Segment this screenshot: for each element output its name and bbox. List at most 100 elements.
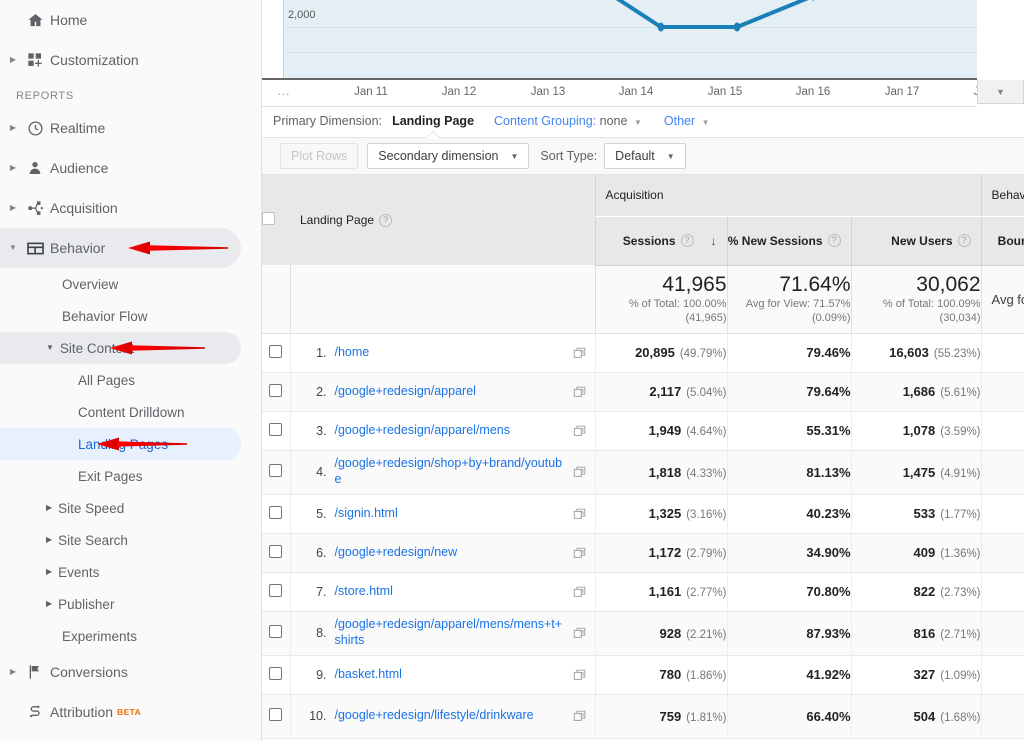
row-checkbox[interactable] xyxy=(269,708,282,721)
new-users-header-cell[interactable]: New Users ? xyxy=(851,216,981,265)
row-checkbox[interactable] xyxy=(269,625,282,638)
open-in-new-icon[interactable] xyxy=(573,546,587,560)
sidebar-item-behavior[interactable]: ▼ Behavior xyxy=(0,228,241,268)
sidebar-item-conversions[interactable]: ▶ Conversions xyxy=(0,652,241,692)
sidebar-sub-label: Behavior Flow xyxy=(62,309,148,324)
beta-badge: BETA xyxy=(117,707,141,717)
table-row[interactable]: 4./google+redesign/shop+by+brand/youtube… xyxy=(262,450,1024,494)
row-checkbox[interactable] xyxy=(269,584,282,597)
sort-type-button[interactable]: Default ▼ xyxy=(604,143,686,169)
help-icon[interactable]: ? xyxy=(681,234,694,247)
sidebar-item-exit-pages[interactable]: Exit Pages xyxy=(0,460,241,492)
row-sessions-cell: 780(1.86%) xyxy=(595,655,727,694)
open-in-new-icon[interactable] xyxy=(573,668,587,682)
row-index: 2. xyxy=(299,385,327,399)
table-row[interactable]: 3./google+redesign/apparel/mens1,949(4.6… xyxy=(262,411,1024,450)
sort-type-value: Default xyxy=(615,149,655,163)
row-checkbox[interactable] xyxy=(269,545,282,558)
row-landing-page-link[interactable]: /google+redesign/lifestyle/drinkware xyxy=(335,708,567,724)
table-row[interactable]: 6./google+redesign/new1,172(2.79%)34.90%… xyxy=(262,533,1024,572)
content-grouping-selector[interactable]: Content Grouping: none ▼ xyxy=(494,114,642,128)
open-in-new-icon[interactable] xyxy=(573,585,587,599)
row-checkbox[interactable] xyxy=(269,423,282,436)
table-row[interactable]: 9./basket.html780(1.86%)41.92%327(1.09%) xyxy=(262,655,1024,694)
select-all-checkbox[interactable] xyxy=(262,212,275,225)
primary-dimension-value[interactable]: Landing Page xyxy=(390,114,476,128)
table-row[interactable]: 1./home20,895(49.79%)79.46%16,603(55.23%… xyxy=(262,333,1024,372)
row-landing-page-link[interactable]: /store.html xyxy=(335,584,567,600)
row-index: 10. xyxy=(299,709,327,723)
sort-descending-icon[interactable]: ↓ xyxy=(711,234,717,248)
chart-expand-button[interactable]: ▼ xyxy=(977,80,1024,104)
row-landing-page-link[interactable]: /google+redesign/apparel/mens/mens+t+shi… xyxy=(335,617,567,648)
sidebar-sub-label: Landing Pages xyxy=(78,437,168,452)
plot-rows-button[interactable]: Plot Rows xyxy=(280,143,358,169)
open-in-new-icon[interactable] xyxy=(573,507,587,521)
sidebar-item-publisher[interactable]: ▶ Publisher xyxy=(0,588,241,620)
table-row[interactable]: 2./google+redesign/apparel2,117(5.04%)79… xyxy=(262,372,1024,411)
open-in-new-icon[interactable] xyxy=(573,465,587,479)
open-in-new-icon[interactable] xyxy=(573,346,587,360)
help-icon[interactable]: ? xyxy=(958,234,971,247)
row-landing-page-link[interactable]: /google+redesign/new xyxy=(335,545,567,561)
row-landing-page-link[interactable]: /basket.html xyxy=(335,667,567,683)
sidebar-item-overview[interactable]: Overview xyxy=(0,268,241,300)
other-label: Other xyxy=(664,114,695,128)
row-landing-page-link[interactable]: /google+redesign/apparel xyxy=(335,384,567,400)
sidebar-item-experiments[interactable]: Experiments xyxy=(0,620,241,652)
row-checkbox[interactable] xyxy=(269,384,282,397)
row-checkbox[interactable] xyxy=(269,667,282,680)
table-row[interactable]: 5./signin.html1,325(3.16%)40.23%533(1.77… xyxy=(262,494,1024,533)
row-sessions-pct: (49.79%) xyxy=(680,348,727,360)
sidebar-item-acquisition[interactable]: ▶ Acquisition xyxy=(0,188,241,228)
sessions-header-cell[interactable]: Sessions ? ↓ xyxy=(595,216,727,265)
x-tick-label: Jan 12 xyxy=(442,86,477,98)
table-row[interactable]: 7./store.html1,161(2.77%)70.80%822(2.73%… xyxy=(262,572,1024,611)
new-sessions-header-cell[interactable]: % New Sessions ? xyxy=(727,216,851,265)
sidebar-item-attribution[interactable]: Attribution BETA xyxy=(0,692,241,732)
row-landing-page-link[interactable]: /home xyxy=(335,345,567,361)
help-icon[interactable]: ? xyxy=(379,214,392,227)
row-checkbox[interactable] xyxy=(269,506,282,519)
row-new-sessions-cell: 87.93% xyxy=(727,611,851,655)
open-in-new-icon[interactable] xyxy=(573,385,587,399)
totals-new-users-sub1: % of Total: 100.09% xyxy=(852,297,981,311)
sidebar-item-audience[interactable]: ▶ Audience xyxy=(0,148,241,188)
sidebar-item-events[interactable]: ▶ Events xyxy=(0,556,241,588)
main-content: 2,000 ... Jan 11 Jan 12 Jan 13 Jan 14 Ja… xyxy=(262,0,1024,741)
chevron-right-icon: ▶ xyxy=(46,536,52,544)
sidebar-item-realtime[interactable]: ▶ Realtime xyxy=(0,108,241,148)
secondary-dimension-button[interactable]: Secondary dimension ▼ xyxy=(367,143,529,169)
sidebar-item-all-pages[interactable]: All Pages xyxy=(0,364,241,396)
help-icon[interactable]: ? xyxy=(828,234,841,247)
row-landing-page-link[interactable]: /google+redesign/apparel/mens xyxy=(335,423,567,439)
row-checkbox[interactable] xyxy=(269,345,282,358)
sidebar-item-site-speed[interactable]: ▶ Site Speed xyxy=(0,492,241,524)
sidebar-sub-label: Publisher xyxy=(58,597,114,612)
row-new-users-value: 533 xyxy=(914,506,936,521)
sidebar-item-landing-pages[interactable]: Landing Pages xyxy=(0,428,241,460)
sessions-header-label: Sessions xyxy=(623,234,676,248)
sidebar-item-home[interactable]: Home xyxy=(0,0,241,40)
sidebar-item-customization[interactable]: ▶ Customization xyxy=(0,40,241,80)
table-row[interactable]: 8./google+redesign/apparel/mens/mens+t+s… xyxy=(262,611,1024,655)
totals-new-sessions-cell: 71.64% Avg for View: 71.57% (0.09%) xyxy=(727,265,851,333)
bounce-rate-header-cell[interactable]: Bounce Rate xyxy=(981,216,1024,265)
totals-new-users-sub2: (30,034) xyxy=(852,311,981,325)
row-sessions-value: 2,117 xyxy=(649,384,681,399)
row-checkbox[interactable] xyxy=(269,464,282,477)
sort-type-label: Sort Type: xyxy=(540,149,597,163)
table-row[interactable]: 10./google+redesign/lifestyle/drinkware7… xyxy=(262,694,1024,738)
sidebar-item-site-search[interactable]: ▶ Site Search xyxy=(0,524,241,556)
row-landing-page-link[interactable]: /google+redesign/shop+by+brand/youtube xyxy=(335,456,567,487)
row-sessions-value: 928 xyxy=(660,626,682,641)
sidebar-item-site-content[interactable]: ▼ Site Content xyxy=(0,332,241,364)
open-in-new-icon[interactable] xyxy=(573,424,587,438)
open-in-new-icon[interactable] xyxy=(573,709,587,723)
open-in-new-icon[interactable] xyxy=(573,626,587,640)
sidebar-item-content-drilldown[interactable]: Content Drilldown xyxy=(0,396,241,428)
row-landing-page-link[interactable]: /signin.html xyxy=(335,506,567,522)
landing-page-header-cell[interactable]: Landing Page ? xyxy=(290,175,595,265)
other-dimension-selector[interactable]: Other ▼ xyxy=(664,114,710,128)
sidebar-item-behavior-flow[interactable]: Behavior Flow xyxy=(0,300,241,332)
